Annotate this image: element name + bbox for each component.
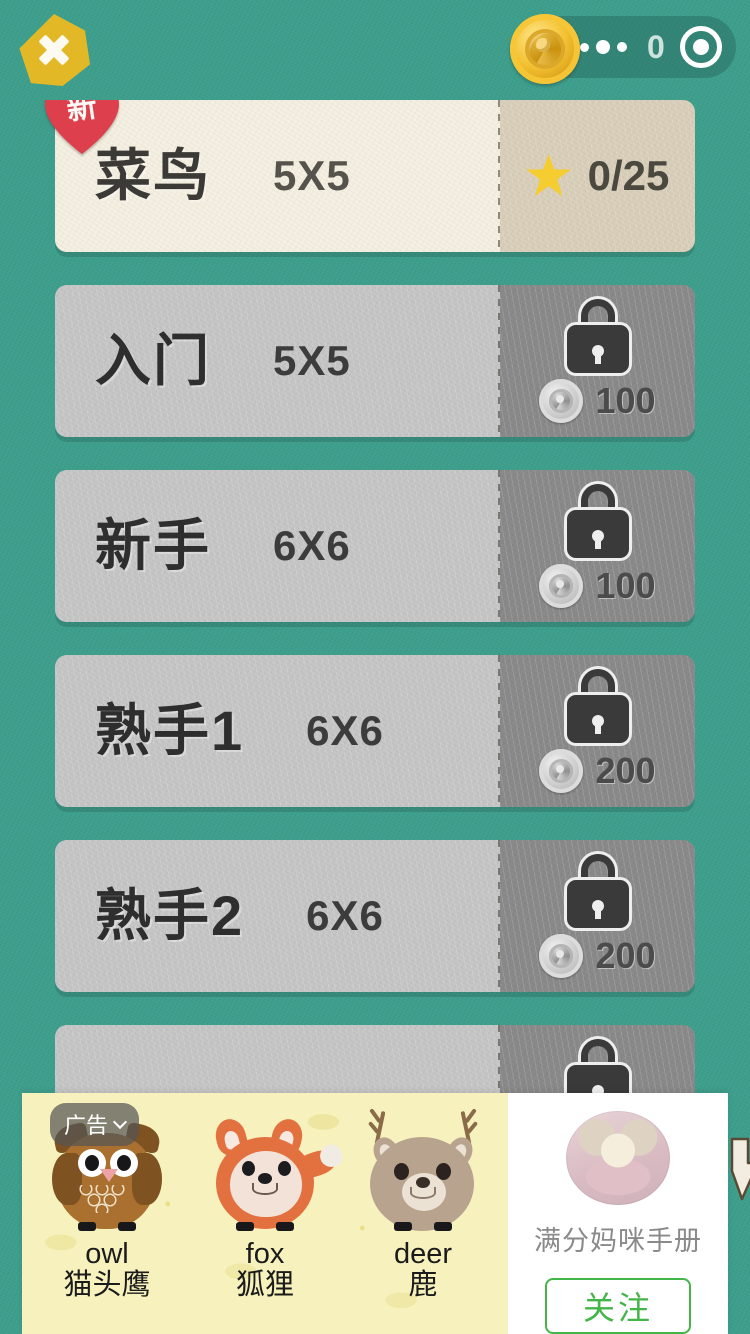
chevron-down-icon: [112, 1114, 128, 1129]
level-card-side[interactable]: 200: [500, 655, 695, 807]
padlock-icon: [566, 299, 629, 373]
ad-promo-panel[interactable]: 满分妈咪手册 关注: [508, 1093, 750, 1334]
silver-coin-icon: [539, 934, 584, 978]
ad-animal-cn-label: 狐狸: [235, 1269, 294, 1302]
level-card-side[interactable]: 200: [500, 840, 695, 992]
level-grid-label: 6X6: [273, 522, 351, 569]
level-card-main[interactable]: 熟手2 6X6: [55, 840, 500, 992]
level-card-main[interactable]: 熟手1 6X6: [55, 655, 500, 807]
level-card-rumen[interactable]: 入门 5X5 100: [55, 285, 695, 437]
ad-animal-cn-label: 猫头鹰: [63, 1269, 151, 1302]
close-button[interactable]: [19, 14, 90, 86]
silver-coin-icon: [539, 379, 584, 423]
new-badge: 新: [45, 100, 119, 156]
level-price-label: 200: [595, 750, 656, 791]
padlock-icon: [566, 854, 629, 928]
ad-animal-en-label: owl: [85, 1238, 129, 1270]
ad-label[interactable]: 广告: [50, 1103, 140, 1146]
padlock-icon: [566, 669, 629, 743]
level-grid-label: 6X6: [306, 892, 384, 939]
level-grid-label: 5X5: [273, 152, 351, 199]
coin-dots-decoration: [580, 40, 627, 54]
coin-counter[interactable]: 0: [510, 14, 736, 84]
level-card-side[interactable]: [500, 1025, 695, 1100]
level-progress: 0/25: [526, 152, 670, 200]
baby-photo-avatar: [566, 1111, 670, 1205]
top-bar: 0: [0, 0, 750, 100]
level-grid-label: 6X6: [306, 707, 384, 754]
fox-illustration: [190, 1111, 340, 1237]
level-card-main[interactable]: [55, 1025, 500, 1100]
level-card-partially-hidden[interactable]: [55, 1025, 695, 1100]
level-price: 100: [539, 379, 656, 423]
level-price-label: 100: [595, 565, 656, 606]
level-price-label: 100: [595, 380, 656, 421]
level-list[interactable]: 新 菜鸟 5X5 0/25 入门 5X5 100 新手 6X6 100 熟手1 …: [0, 100, 750, 1100]
ad-animal-deer[interactable]: deer 鹿: [348, 1110, 498, 1303]
level-name-label: 入门: [95, 329, 211, 392]
ad-creative[interactable]: 广告 owl 猫头鹰 fox 狐狸 deer 鹿: [22, 1093, 508, 1334]
coin-amount-label: 0: [647, 28, 666, 65]
level-price: 200: [539, 934, 656, 978]
ad-animal-en-label: fox: [245, 1238, 285, 1270]
paper-texture: [55, 1025, 500, 1100]
level-name-label: 熟手1: [95, 699, 245, 762]
coin-spiral: [525, 29, 565, 69]
ad-promo-title: 满分妈咪手册: [534, 1225, 702, 1256]
ad-animal-cn-label: 鹿: [408, 1269, 438, 1302]
level-price: 100: [539, 564, 656, 608]
level-name-label: 熟手2: [95, 884, 245, 947]
ad-label-text: 广告: [64, 1113, 109, 1138]
ad-animal-fox[interactable]: fox 狐狸: [190, 1111, 340, 1303]
advertisement-banner[interactable]: 广告 owl 猫头鹰 fox 狐狸 deer 鹿 满分妈咪手册 关注: [22, 1093, 750, 1334]
padlock-icon: [566, 484, 629, 558]
level-card-side[interactable]: 100: [500, 470, 695, 622]
follow-button[interactable]: 关注: [545, 1277, 691, 1334]
hand-cursor-icon: [730, 1137, 750, 1201]
silver-coin-icon: [539, 749, 584, 793]
ad-animal-en-label: deer: [393, 1238, 453, 1270]
level-name-label: 新手: [95, 514, 211, 577]
level-card-shushou-2[interactable]: 熟手2 6X6 200: [55, 840, 695, 992]
level-progress-label: 0/25: [587, 152, 670, 199]
level-card-main[interactable]: 入门 5X5: [55, 285, 500, 437]
level-card-side[interactable]: 100: [500, 285, 695, 437]
level-name-label: 菜鸟: [95, 144, 211, 207]
level-grid-label: 5X5: [273, 337, 351, 384]
level-price-label: 200: [595, 935, 656, 976]
level-card-side[interactable]: 0/25: [500, 100, 695, 252]
level-card-main[interactable]: 菜鸟 5X5: [55, 100, 500, 252]
gold-coin-icon: [510, 14, 580, 84]
level-card-caiaiao[interactable]: 新 菜鸟 5X5 0/25: [55, 100, 695, 252]
level-card-xinshou[interactable]: 新手 6X6 100: [55, 470, 695, 622]
padlock-icon: [566, 1039, 629, 1100]
gold-star-icon: [526, 154, 572, 197]
deer-illustration: [348, 1110, 498, 1237]
level-price: 200: [539, 749, 656, 793]
level-card-main[interactable]: 新手 6X6: [55, 470, 500, 622]
silver-coin-icon: [539, 564, 584, 608]
close-x-icon: [36, 32, 72, 68]
level-card-shushou-1[interactable]: 熟手1 6X6 200: [55, 655, 695, 807]
add-coin-icon[interactable]: [679, 26, 722, 68]
